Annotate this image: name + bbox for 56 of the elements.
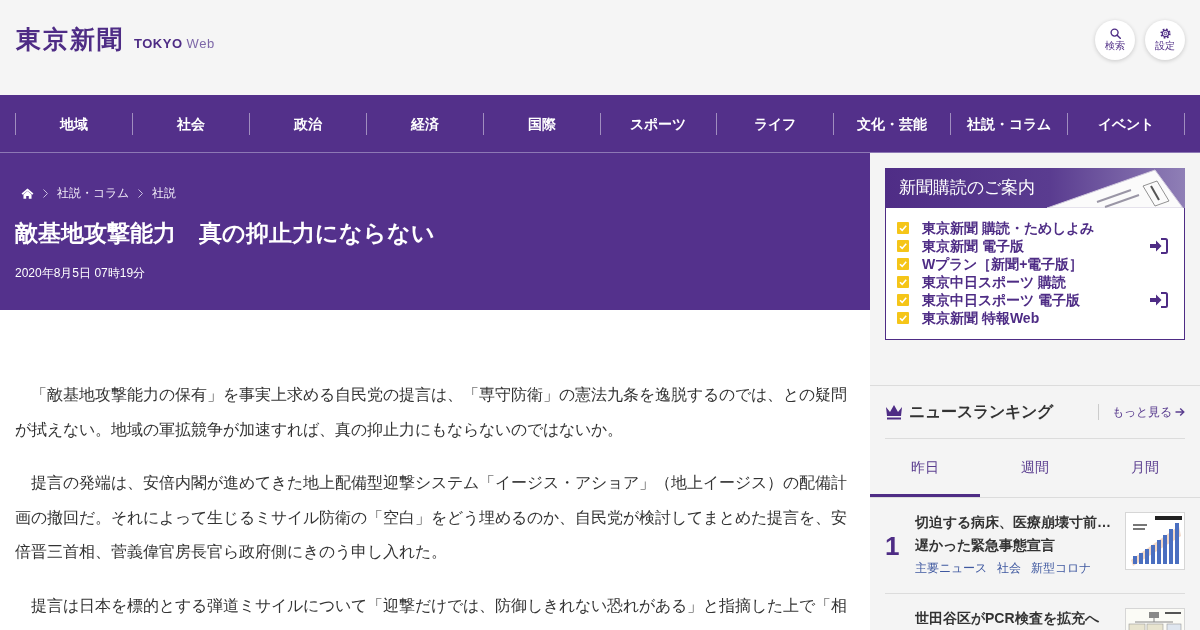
chevron-icon bbox=[138, 188, 143, 198]
home-icon[interactable] bbox=[21, 187, 34, 199]
arrow-right-icon bbox=[1175, 407, 1185, 417]
nav-item[interactable]: 社会 bbox=[131, 112, 249, 135]
site-logo[interactable]: 東京新聞 bbox=[16, 24, 124, 56]
subscription-link[interactable]: 東京新聞 特報Web bbox=[922, 309, 1040, 327]
nav-item[interactable]: ライフ bbox=[716, 112, 834, 135]
search-icon bbox=[1109, 28, 1121, 39]
article-date: 2020年8月5日 07時19分 bbox=[15, 265, 146, 281]
rank-number: 1 bbox=[885, 530, 901, 561]
search-button[interactable]: 検索 bbox=[1095, 20, 1135, 60]
chart-thumbnail-drawing[interactable] bbox=[1125, 512, 1185, 570]
ranking-tab[interactable]: 週間 bbox=[980, 439, 1090, 497]
banner-title: 新聞購読のご案内 bbox=[899, 177, 1035, 199]
nav-item[interactable]: 文化・芸能 bbox=[833, 112, 951, 135]
tag-link[interactable]: 主要ニュース bbox=[915, 557, 987, 580]
settings-button[interactable]: 設定 bbox=[1145, 20, 1185, 60]
ranking-article-link[interactable]: 切迫する病床、医療崩壊寸前… 遅かった緊急事態宣言 bbox=[915, 511, 1113, 557]
article-paragraph: 提言は日本を標的とする弾道ミサイルについて「迎撃だけでは、防御しきれない恐れがある」と指摘した上で「相 bbox=[30, 595, 848, 616]
ranking-article-link[interactable]: 世田谷区がPCR検査を拡充へ bbox=[915, 607, 1113, 630]
nav-item[interactable]: 地域 bbox=[15, 112, 132, 135]
nav-item[interactable]: スポーツ bbox=[599, 112, 717, 135]
check-square-icon bbox=[897, 312, 909, 324]
sign-in-arrow-icon[interactable] bbox=[1150, 292, 1168, 308]
subscription-link[interactable]: Wプラン［新聞+電子版］ bbox=[922, 255, 1084, 273]
ranking-tab[interactable]: 昨日 bbox=[870, 439, 980, 497]
check-square-icon bbox=[897, 222, 909, 234]
nav-item[interactable]: 経済 bbox=[365, 112, 483, 135]
article-title: 敵基地攻撃能力 真の抑止力にならない bbox=[15, 219, 436, 248]
check-square-icon bbox=[897, 240, 909, 252]
check-square-icon bbox=[897, 294, 909, 306]
ranking-tab[interactable]: 月間 bbox=[1090, 439, 1200, 497]
article-paragraph: 提言の発端は、安倍内閣が進めてきた地上配備型迎撃システム「イージス・アショア」（地上イージス）の配備計画の撤回だ。それによって生じるミサイル防衛の「空白」をどう埋めるのか、自民党が検討してまとめた提言を、安倍晋三首相、菅義偉官房長官ら政府側にきのう申し入れた。 bbox=[15, 473, 848, 562]
tag-link[interactable]: 社会 bbox=[997, 557, 1021, 580]
nav-item[interactable]: 社説・コラム bbox=[950, 112, 1068, 135]
check-square-icon bbox=[897, 258, 909, 270]
article-paragraph: 「敵基地攻撃能力の保有」を事実上求める自民党の提言は、「専守防衛」の憲法九条を逸脱するのでは、との疑問が拭えない。地域の軍拡競争が加速すれば、真の抑止力にもならないのではないか。 bbox=[15, 385, 848, 440]
subscription-banner[interactable]: 新聞購読のご案内 bbox=[885, 168, 1185, 208]
nav-item[interactable]: 政治 bbox=[248, 112, 366, 135]
sign-in-arrow-icon[interactable] bbox=[1150, 238, 1168, 254]
subscription-link[interactable]: 東京中日スポーツ 購読 bbox=[922, 273, 1066, 291]
nav-item[interactable]: イベント bbox=[1067, 112, 1186, 135]
subscription-link[interactable]: 東京中日スポーツ 電子版 bbox=[922, 291, 1080, 309]
nav-item[interactable]: 国際 bbox=[482, 112, 600, 135]
subscription-link[interactable]: 東京新聞 購読・ためしよみ bbox=[922, 219, 1094, 237]
breadcrumb-link[interactable]: 社説・コラム bbox=[57, 185, 129, 201]
crown-icon bbox=[885, 404, 903, 420]
tag-link[interactable]: 新型コロナ bbox=[1031, 557, 1091, 580]
settings-icon bbox=[1159, 28, 1171, 39]
more-link[interactable]: もっと見る bbox=[1112, 403, 1185, 421]
check-square-icon bbox=[897, 276, 909, 288]
ranking-title: ニュースランキング bbox=[909, 401, 1053, 422]
subscription-link[interactable]: 東京新聞 電子版 bbox=[922, 237, 1024, 255]
logo-subtitle: TOKYO Web bbox=[134, 36, 215, 51]
chevron-icon bbox=[43, 188, 48, 198]
breadcrumb-link[interactable]: 社説 bbox=[152, 185, 176, 201]
